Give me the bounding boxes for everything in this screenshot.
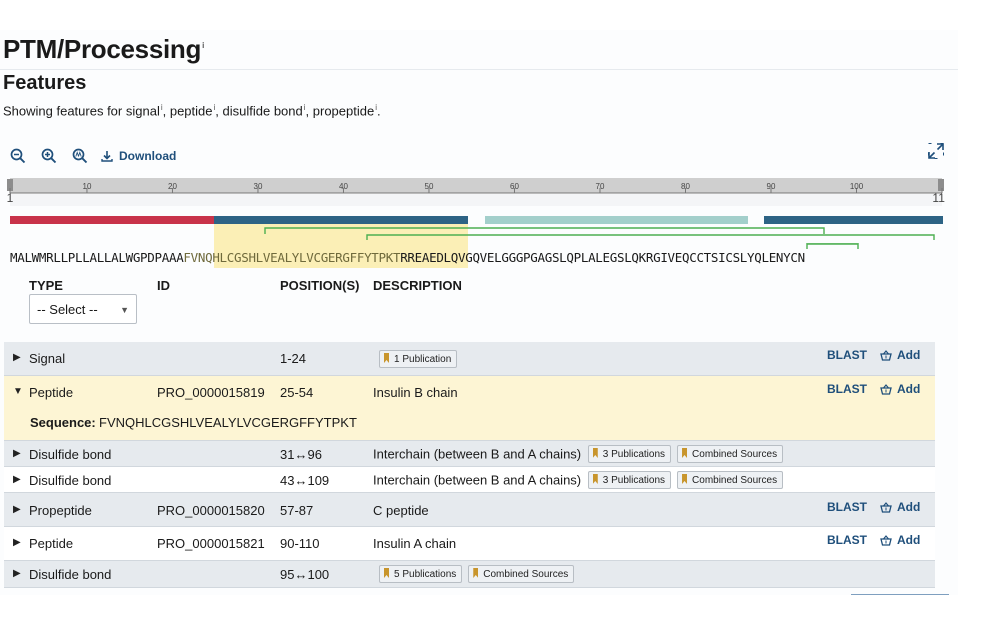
info-icon[interactable]: i	[161, 103, 163, 112]
combined-sources-badge[interactable]: Combined Sources	[468, 565, 575, 583]
fullscreen-icon[interactable]	[927, 142, 945, 160]
publication-badge[interactable]: 1 Publication	[379, 350, 458, 368]
chevron-down-icon: ▼	[120, 305, 129, 315]
combined-sources-badge[interactable]: Combined Sources	[677, 471, 784, 489]
ruler-tick-label: 60	[510, 182, 519, 191]
table-row[interactable]: ▶ Disulfide bond 31↔96 Interchain (betwe…	[4, 441, 935, 467]
features-summary: Showing features for signali, peptidei, …	[3, 103, 381, 119]
download-icon	[101, 151, 113, 162]
ruler-tick-label: 80	[681, 182, 690, 191]
col-position: POSITION(S)	[280, 278, 360, 293]
bookmark-icon	[682, 474, 688, 484]
bookmark-icon	[384, 353, 389, 363]
expand-icon[interactable]: ▶	[13, 537, 21, 548]
peptide-sequence: FVNQHLCGSHLVEALYLVCGERGFFYTPKT	[99, 415, 357, 430]
sequence-detail-row: Sequence: FVNQHLCGSHLVEALYLVCGERGFFYTPKT	[4, 408, 935, 441]
table-row[interactable]: ▶ Signal 1-24 1 Publication BLAST Add	[4, 342, 935, 376]
combined-sources-badge[interactable]: Combined Sources	[677, 445, 784, 463]
ruler-tick-label: 10	[83, 182, 92, 191]
ruler-tick-label: 70	[596, 182, 605, 191]
bookmark-icon	[473, 568, 479, 578]
expand-icon[interactable]: ▶	[13, 568, 21, 579]
table-row[interactable]: ▼ Peptide PRO_0000015819 25-54 Insulin B…	[4, 376, 935, 408]
add-to-basket-button[interactable]: Add	[880, 533, 920, 547]
col-description: DESCRIPTION	[373, 278, 462, 293]
expand-icon[interactable]: ▶	[13, 352, 21, 363]
basket-icon	[880, 349, 892, 361]
blast-button[interactable]: BLAST	[827, 533, 867, 547]
zoom-to-sequence-icon[interactable]	[70, 146, 90, 166]
bookmark-icon	[592, 474, 598, 484]
add-to-basket-button[interactable]: Add	[880, 500, 920, 514]
publication-badge[interactable]: 3 Publications	[587, 471, 672, 489]
collapse-icon[interactable]: ▼	[13, 386, 23, 397]
bookmark-icon	[682, 448, 688, 458]
zoom-out-icon[interactable]	[8, 146, 28, 166]
zoom-in-icon[interactable]	[39, 146, 59, 166]
peptide-a-chain-track[interactable]	[764, 216, 943, 224]
expand-icon[interactable]: ▶	[13, 474, 21, 485]
bookmark-icon	[592, 448, 598, 458]
download-button[interactable]: Download	[101, 149, 176, 163]
blast-button[interactable]: BLAST	[827, 500, 867, 514]
signal-track[interactable]	[10, 216, 214, 224]
basket-icon	[880, 501, 892, 513]
publication-badge[interactable]: 3 Publications	[587, 445, 672, 463]
basket-icon	[880, 383, 892, 395]
expand-icon[interactable]: ▶	[13, 448, 21, 459]
publication-badge[interactable]: 5 Publications	[379, 565, 463, 583]
ruler-tick-label: 100	[850, 182, 864, 191]
ruler-tick-label: 40	[339, 182, 348, 191]
ruler-tick-label: 50	[425, 182, 434, 191]
info-icon[interactable]: i	[304, 103, 306, 112]
table-row[interactable]: ▶ Peptide PRO_0000015821 90-110 Insulin …	[4, 527, 935, 561]
ruler-tick-label: 110	[932, 191, 945, 205]
bookmark-icon	[384, 568, 389, 578]
disulfide-bond-31-96	[264, 227, 825, 234]
propeptide-track[interactable]	[485, 216, 748, 224]
disulfide-bond-short	[806, 243, 859, 249]
add-to-basket-button[interactable]: Add	[880, 348, 920, 362]
table-row[interactable]: ▶ Propeptide PRO_0000015820 57-87 C pept…	[4, 493, 935, 527]
table-row[interactable]: ▶ Disulfide bond 95↔100 5 Publications Co…	[4, 561, 935, 588]
expand-icon[interactable]: ▶	[13, 504, 21, 515]
blast-button[interactable]: BLAST	[827, 348, 867, 362]
features-title: Features	[3, 72, 87, 94]
pagination-underline	[851, 594, 949, 595]
table-row[interactable]: ▶ Disulfide bond 43↔109 Interchain (betw…	[4, 467, 935, 493]
ruler-tick-label: 1	[7, 191, 14, 205]
basket-icon	[880, 534, 892, 546]
info-icon[interactable]: i	[375, 103, 377, 112]
ruler-tick-label: 20	[168, 182, 177, 191]
ruler-handle-right[interactable]	[938, 179, 944, 191]
title-divider	[0, 69, 958, 70]
info-icon[interactable]: i	[214, 103, 216, 112]
peptide-b-chain-track[interactable]	[214, 216, 468, 224]
page-title: PTM/Processingi	[3, 34, 205, 64]
protein-sequence[interactable]: MALWMRLLPLLALLALWGPDPAAAFVNQHLCGSHLVEALY…	[10, 250, 805, 265]
ruler-tick-label: 90	[767, 182, 776, 191]
col-id: ID	[157, 278, 170, 293]
blast-button[interactable]: BLAST	[827, 382, 867, 396]
navigation-ruler[interactable]: 1102030405060708090100110	[0, 178, 945, 206]
ruler-tick-label: 30	[254, 182, 263, 191]
add-to-basket-button[interactable]: Add	[880, 382, 920, 396]
col-type: TYPE	[29, 278, 63, 293]
info-icon[interactable]: i	[202, 41, 204, 50]
viewer-toolbar: Download	[8, 145, 176, 167]
type-filter-select[interactable]: -- Select -- ▼	[29, 294, 137, 324]
